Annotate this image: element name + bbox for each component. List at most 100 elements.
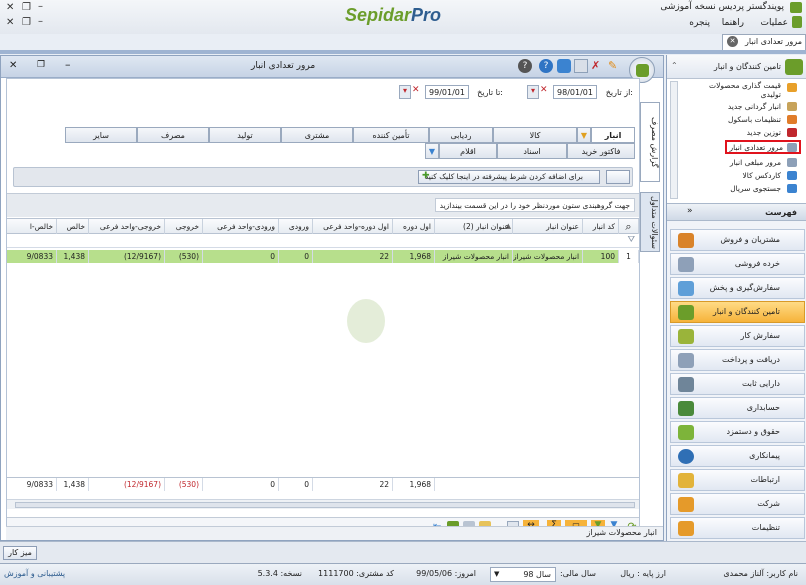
col-opening-sub[interactable]: اول دوره-واحد فرعی — [313, 219, 393, 234]
logo-mark-icon — [636, 64, 649, 77]
nav-settings[interactable]: تنظیمات — [670, 517, 805, 539]
col-warehouse-title2[interactable]: عنوان انبار (2) — [435, 219, 513, 234]
group-by-area[interactable]: جهت گروهبندی ستون موردنظر خود را در این … — [7, 193, 639, 217]
menu-window[interactable]: پنجره — [689, 18, 710, 28]
horizontal-scrollbar[interactable] — [7, 499, 639, 509]
sidebar-collapse-icon[interactable]: ⌃ — [671, 61, 678, 70]
col-net-sub[interactable]: خالص-ا — [7, 219, 57, 234]
tab-supplier-label: تأمین کننده — [372, 131, 410, 140]
nav-retail[interactable]: خرده فروشی — [670, 253, 805, 275]
col-output[interactable]: خروجی — [165, 219, 203, 234]
tab-consumption-report[interactable]: گزارش مصرف — [640, 102, 660, 182]
grid-filter-icon[interactable]: ⛛ — [627, 235, 635, 245]
nav-payroll[interactable]: حقوق و دستمزد — [670, 421, 805, 443]
window-header: ✕ ❐ – مرور تعدادی انبار ? ? ✗ ✎ — [1, 56, 663, 83]
menu-operations[interactable]: عملیات — [761, 18, 788, 28]
quantity-review-label: مرور تعدادی انبار — [729, 143, 783, 152]
from-date-calendar-icon[interactable]: ▾ — [527, 85, 539, 99]
tab-consumption[interactable]: مصرف — [137, 127, 209, 143]
sidebar-tree-scrollbar[interactable] — [670, 81, 678, 199]
col-net[interactable]: خالص — [57, 219, 89, 234]
close-icon[interactable]: ✕ — [6, 2, 14, 13]
window-minimize-icon[interactable]: – — [65, 58, 71, 71]
nav-accounting[interactable]: حسابداری — [670, 397, 805, 419]
desk-button[interactable]: میز کار — [3, 546, 37, 560]
tab-documents[interactable]: اسناد — [497, 143, 567, 159]
add-condition-button[interactable]: برای اضافه کردن شرط پیشرفته در اینجا کلی… — [418, 170, 600, 184]
sidebar-item-amount-review[interactable]: مرور مبلغی انبار — [730, 158, 781, 167]
nav-suppliers-warehouse[interactable]: تامین کنندگان و انبار — [670, 301, 805, 323]
col-opening[interactable]: اول دوره — [393, 219, 435, 234]
tab-purchase-invoice[interactable]: فاکتور خرید — [567, 143, 635, 159]
sidebar-item-new-weighing[interactable]: توزین جدید — [747, 128, 781, 137]
sidebar-item-inventory-count[interactable]: انبار گردانی جدید — [728, 102, 781, 111]
doc-close-icon[interactable]: ✕ — [6, 17, 14, 28]
window-restore-icon[interactable]: ❐ — [37, 60, 45, 70]
scrollbar-thumb[interactable] — [15, 502, 635, 508]
to-date-input[interactable]: 99/01/01 — [425, 85, 469, 99]
sidebar-item-cardex[interactable]: کاردکس کالا — [743, 171, 781, 180]
tab-supplier[interactable]: تأمین کننده — [353, 127, 429, 143]
module-nav: مشتریان و فروش خرده فروشی سفارش‌گیری و پ… — [667, 225, 806, 541]
nav-order-distribution[interactable]: سفارش‌گیری و پخش — [670, 277, 805, 299]
cell-opening: 1,968 — [393, 250, 435, 263]
nav-company[interactable]: شرکت — [670, 493, 805, 515]
info-icon[interactable]: ? — [539, 59, 553, 73]
nav-receipt-payment[interactable]: دریافت و پرداخت — [670, 349, 805, 371]
nav-fixed-assets[interactable]: دارایی ثابت — [670, 373, 805, 395]
document-tab-close-icon[interactable]: ✕ — [727, 36, 738, 47]
tab-documents-label: اسناد — [523, 147, 541, 156]
fiscal-year-select[interactable]: سال 98 ▼ — [490, 567, 556, 582]
expand-icon[interactable]: » — [687, 206, 693, 216]
nav-customers-sales[interactable]: مشتریان و فروش — [670, 229, 805, 251]
tab-production[interactable]: تولید — [209, 127, 281, 143]
minimize-icon[interactable]: – — [38, 1, 43, 12]
document-tab[interactable]: مرور تعدادی انبار ✕ — [722, 34, 806, 50]
help-icon[interactable]: ? — [518, 59, 532, 73]
refresh-icon[interactable] — [557, 59, 571, 73]
col-warehouse-title[interactable]: عنوان انبار — [513, 219, 583, 234]
nav-label: دارایی ثابت — [741, 379, 780, 388]
items-filter-icon[interactable]: ▼ — [425, 143, 439, 159]
sidebar-item-scale-settings[interactable]: تنظیمات باسکول — [728, 115, 781, 124]
nav-work-order[interactable]: سفارش کار — [670, 325, 805, 347]
col-warehouse-code[interactable]: کد انبار — [583, 219, 619, 234]
support-link[interactable]: پشتیبانی و آموزش — [4, 569, 65, 578]
col-input[interactable]: ورودی — [279, 219, 313, 234]
sidebar-item-quantity-review[interactable]: مرور تعدادی انبار — [725, 140, 801, 154]
advanced-filter-toggle[interactable] — [606, 170, 630, 184]
sidebar-item-serial-search[interactable]: جستجوی سریال — [730, 184, 781, 193]
tab-tracking[interactable]: ردیابی — [429, 127, 493, 143]
tab-warehouse[interactable]: انبار — [591, 127, 635, 143]
filter-clear-icon[interactable]: ✗ — [591, 59, 605, 73]
print-icon[interactable]: ✎ — [608, 59, 622, 73]
nav-contracting[interactable]: پیمانکاری — [670, 445, 805, 467]
tab-other[interactable]: سایر — [65, 127, 137, 143]
tab-customer[interactable]: مشتری — [281, 127, 353, 143]
grid-search-icon[interactable]: ⌕ — [619, 219, 639, 234]
cell-input: 0 — [279, 250, 313, 263]
menu-help[interactable]: راهنما — [722, 18, 744, 28]
tab-items[interactable]: اقلام — [439, 143, 497, 159]
warehouse-filter-icon[interactable]: ▼ — [577, 127, 591, 143]
tab-item[interactable]: کالا — [493, 127, 577, 143]
from-date-clear-icon[interactable]: ✕ — [540, 85, 551, 99]
window-close-icon[interactable]: ✕ — [9, 60, 17, 71]
tab-strip — [0, 50, 806, 54]
communications-icon — [678, 473, 694, 488]
nav-communications[interactable]: ارتباطات — [670, 469, 805, 491]
restore-icon[interactable]: ❐ — [22, 2, 31, 13]
edit-icon[interactable] — [574, 59, 588, 73]
to-date-calendar-icon[interactable]: ▾ — [399, 85, 411, 99]
doc-restore-icon[interactable]: ❐ — [22, 17, 31, 28]
sidebar-item-pricing[interactable]: قیمت گذاری محصولات تولیدی — [691, 81, 781, 99]
tab-faq[interactable]: سئوالات متداول — [640, 192, 660, 252]
doc-minimize-icon[interactable]: – — [38, 16, 43, 27]
col-input-sub[interactable]: ورودی-واحد فرعی — [203, 219, 279, 234]
table-row[interactable]: 1 100 انبار محصولات شیراز انبار محصولات … — [7, 250, 639, 263]
to-date-clear-icon[interactable]: ✕ — [412, 85, 423, 99]
from-date-input[interactable]: 98/01/01 — [553, 85, 597, 99]
grid-filter-row[interactable]: ⛛ — [7, 235, 639, 248]
cell-title: انبار محصولات شیراز — [513, 250, 583, 263]
col-output-sub[interactable]: خروجی-واحد فرعی — [89, 219, 165, 234]
